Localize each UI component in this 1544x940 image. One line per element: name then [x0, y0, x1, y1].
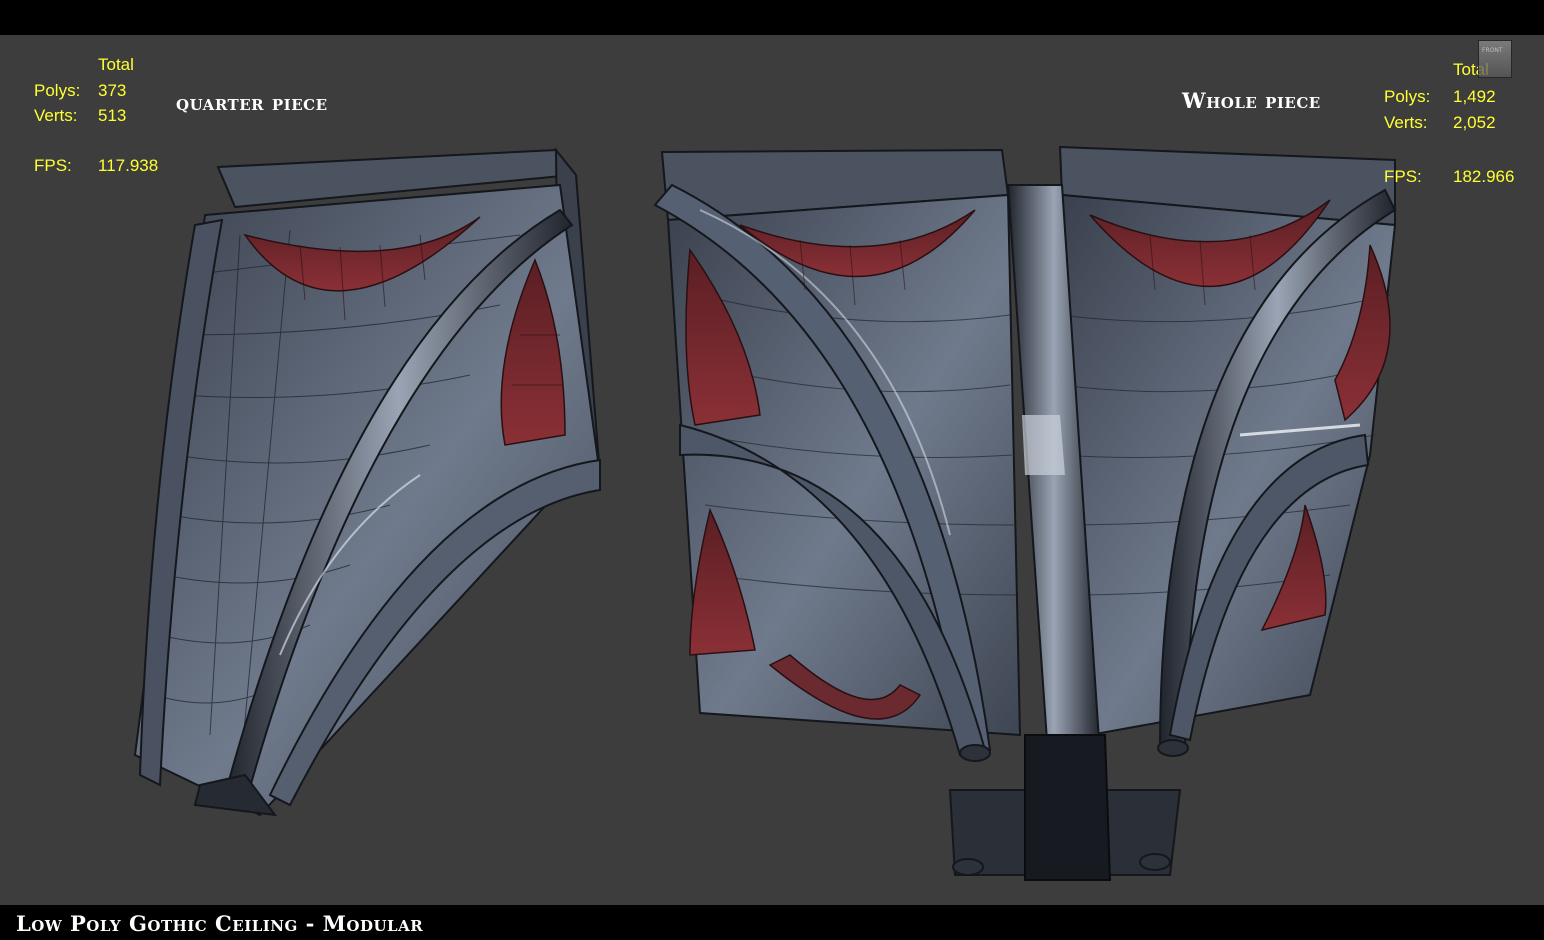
- bottom-bar: Low Poly Gothic Ceiling - Modular: [0, 905, 1544, 940]
- fps-value: 117.938: [98, 156, 159, 175]
- fps-label: FPS:: [1384, 167, 1422, 186]
- view-cube-label: FRONT: [1482, 47, 1503, 54]
- verts-label: Verts:: [1384, 113, 1428, 132]
- polys-label: Polys:: [34, 81, 81, 100]
- left-stats-panel: Total Polys: 373 Verts: 513 FPS: 117.938: [0, 35, 200, 195]
- whole-piece-label: Whole piece: [1182, 88, 1321, 113]
- fps-label: FPS:: [34, 156, 72, 175]
- view-cube-icon[interactable]: FRONT: [1478, 40, 1512, 78]
- quarter-piece-label: quarter piece: [176, 90, 328, 115]
- top-bar: [0, 0, 1544, 35]
- stats-total-header: Total: [98, 55, 134, 74]
- polys-count: 1,492: [1453, 87, 1496, 106]
- fps-value: 182.966: [1453, 167, 1515, 186]
- polys-label: Polys:: [1384, 87, 1431, 106]
- verts-count: 2,052: [1453, 113, 1496, 132]
- verts-count: 513: [98, 106, 127, 125]
- whole-piece-mesh: [653, 145, 1397, 881]
- verts-label: Verts:: [34, 106, 78, 125]
- quarter-piece-mesh: [133, 147, 602, 817]
- right-stats-panel: Total Polys: 1,492 Verts: 2,052 FPS: 182…: [1370, 35, 1540, 205]
- image-caption: Low Poly Gothic Ceiling - Modular: [16, 911, 424, 936]
- viewport[interactable]: Total Polys: 373 Verts: 513 FPS: 117.938…: [0, 35, 1544, 905]
- mesh-render: [133, 145, 1397, 881]
- polys-count: 373: [98, 81, 127, 100]
